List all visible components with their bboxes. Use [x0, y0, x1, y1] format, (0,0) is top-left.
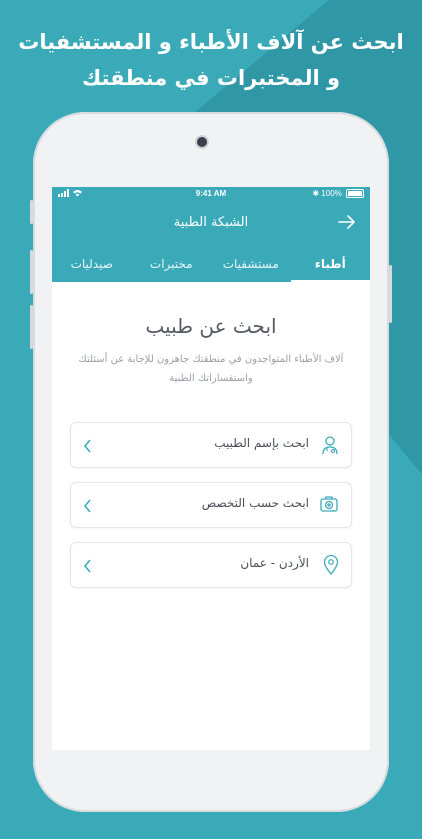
tab-pharmacies[interactable]: صيدليات [52, 255, 132, 282]
location-label: الأردن - عمان [240, 556, 309, 570]
battery-percent: 100% [321, 189, 342, 198]
back-arrow-icon[interactable] [338, 214, 356, 233]
doctor-icon [321, 435, 339, 459]
search-by-specialty-label: ابحث حسب التخصص [201, 496, 309, 510]
headline-line-1: ابحث عن آلاف الأطباء و المستشفيات [18, 30, 404, 54]
search-by-name-field[interactable]: ابحث بإسم الطبيب [70, 422, 352, 468]
tab-hospitals[interactable]: مستشفيات [211, 255, 291, 282]
category-tabs: أطباء مستشفيات مختبرات صيدليات [52, 255, 371, 283]
location-pin-icon [323, 554, 339, 579]
phone-side-button-left-3 [30, 305, 33, 349]
app-screen: 9:41 AM ✱ 100% الشبكة الطبية أطباء مستشف… [52, 187, 370, 750]
chevron-left-icon [83, 498, 92, 517]
phone-side-button-right [389, 265, 392, 323]
headline-line-2: و المختبرات في منطقتك [81, 66, 341, 90]
front-camera [197, 137, 207, 147]
medical-kit-icon [319, 495, 339, 517]
nav-title: الشبكة الطبية [173, 215, 249, 230]
search-content: ابحث عن طبيب آلاف الأطباء المتواجدون في … [52, 282, 370, 588]
tab-doctors[interactable]: أطباء [290, 255, 371, 283]
status-bar: 9:41 AM ✱ 100% [52, 187, 370, 201]
top-bar: 9:41 AM ✱ 100% الشبكة الطبية أطباء مستشف… [52, 187, 371, 283]
phone-side-button-left-1 [30, 200, 33, 224]
location-field[interactable]: الأردن - عمان [70, 542, 352, 588]
chevron-left-icon [83, 438, 92, 457]
page-subtitle: آلاف الأطباء المتواجدون في منطقتك جاهزون… [78, 354, 344, 384]
bluetooth-icon: ✱ [312, 189, 320, 198]
status-right: ✱ 100% [312, 189, 364, 199]
page-title: ابحث عن طبيب [145, 314, 277, 338]
chevron-left-icon [83, 558, 92, 577]
search-by-name-label: ابحث بإسم الطبيب [214, 436, 309, 450]
search-by-specialty-field[interactable]: ابحث حسب التخصص [70, 482, 352, 528]
tab-labs[interactable]: مختبرات [132, 255, 212, 282]
promo-headline: ابحث عن آلاف الأطباء و المستشفيات و المخ… [0, 24, 422, 96]
battery-icon [346, 189, 364, 199]
phone-side-button-left-2 [30, 250, 33, 294]
